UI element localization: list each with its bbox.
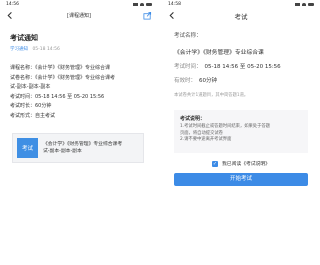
battery-icon	[308, 3, 314, 6]
exam-card-line: 试-副本-副本-副本	[43, 149, 82, 154]
nav-bar: [课程通知]	[0, 9, 158, 22]
exam-card-line: 《会计学》《财务管理》专业综合课考	[43, 141, 123, 147]
left-screen: 14:56 [课程通知] 考试通知 学习通知 05-18 14:56 课程名称：…	[0, 0, 158, 265]
agree-row[interactable]: ✓ 我已阅读《考试说明》	[174, 160, 308, 167]
exam-duration-label: 有效时：	[174, 78, 197, 84]
wifi-icon	[302, 3, 306, 6]
exam-time-value: 05-18 14:56 至 05-20 15:56	[204, 64, 281, 70]
signal-icon	[133, 3, 138, 6]
notice-content: 课程名称：《会计学》《财务管理》专业综合课 试卷名称：《会计学》《财务管理》专业…	[10, 64, 148, 121]
exam-hint: 本试卷共计1道题目，其中简答题1道。	[174, 93, 249, 98]
exam-name-label: 考试名称：	[174, 33, 202, 39]
battery-icon	[146, 3, 152, 6]
notice-line: 考试形式：自主考试	[10, 112, 56, 119]
exam-instructions-box: 考试说明： 1.考试时间截止或答题时间结束，如果处于答题 页面，将自动提交试卷 …	[174, 110, 308, 153]
notice-title: 考试通知	[10, 34, 38, 42]
nav-title: [课程通知]	[67, 13, 91, 19]
status-time: 14:58	[168, 2, 181, 7]
nav-bar: 考试	[162, 9, 320, 22]
agree-label: 我已阅读《考试说明》	[222, 162, 270, 167]
exam-duration-row: 有效时： 60分钟	[174, 76, 308, 84]
notice-datetime: 05-18 14:56	[32, 47, 60, 52]
back-arrow-icon[interactable]	[168, 11, 177, 20]
notice-line: 试-副本-副本-副本	[10, 84, 51, 90]
right-screen: 14:58 考试 考试名称： 《会计学》《财务管理》专业综合课 考试时间： 05…	[162, 0, 320, 265]
instructions-line: 2.请不要中途离开考试界面	[180, 137, 232, 142]
status-icons	[295, 0, 314, 9]
start-exam-button[interactable]: 开始考试	[174, 173, 308, 186]
status-time: 14:56	[6, 2, 19, 7]
notice-source[interactable]: 学习通知	[10, 47, 28, 52]
share-icon[interactable]	[143, 11, 152, 20]
exam-card[interactable]: 考试 《会计学》《财务管理》专业综合课考 试-副本-副本-副本	[12, 133, 144, 163]
signal-icon	[295, 3, 300, 6]
exam-badge: 考试	[17, 138, 38, 158]
notice-line: 考试时长：60分钟	[10, 103, 52, 109]
wifi-icon	[140, 3, 144, 6]
notice-meta: 学习通知 05-18 14:56	[10, 46, 148, 52]
exam-course-name: 《会计学》《财务管理》专业综合课	[174, 50, 264, 56]
exam-card-title: 《会计学》《财务管理》专业综合课考 试-副本-副本-副本	[43, 141, 122, 156]
status-bar: 14:56	[0, 0, 158, 9]
status-bar: 14:58	[162, 0, 320, 9]
exam-time-row: 考试时间： 05-18 14:56 至 05-20 15:56	[174, 62, 308, 70]
back-arrow-icon[interactable]	[6, 11, 15, 20]
exam-time-label: 考试时间：	[174, 64, 202, 70]
status-icons	[133, 0, 152, 9]
notice-line: 课程名称：《会计学》《财务管理》专业综合课	[10, 65, 111, 71]
nav-title: 考试	[234, 12, 248, 21]
agree-checkbox[interactable]: ✓	[212, 160, 218, 167]
notice-line: 试卷名称：《会计学》《财务管理》专业综合课考	[10, 74, 116, 81]
exam-duration-value: 60分钟	[199, 78, 218, 84]
notice-line: 考试时间：05-18 14:56 至 05-20 15:56	[10, 93, 105, 100]
instructions-title: 考试说明：	[180, 116, 206, 122]
